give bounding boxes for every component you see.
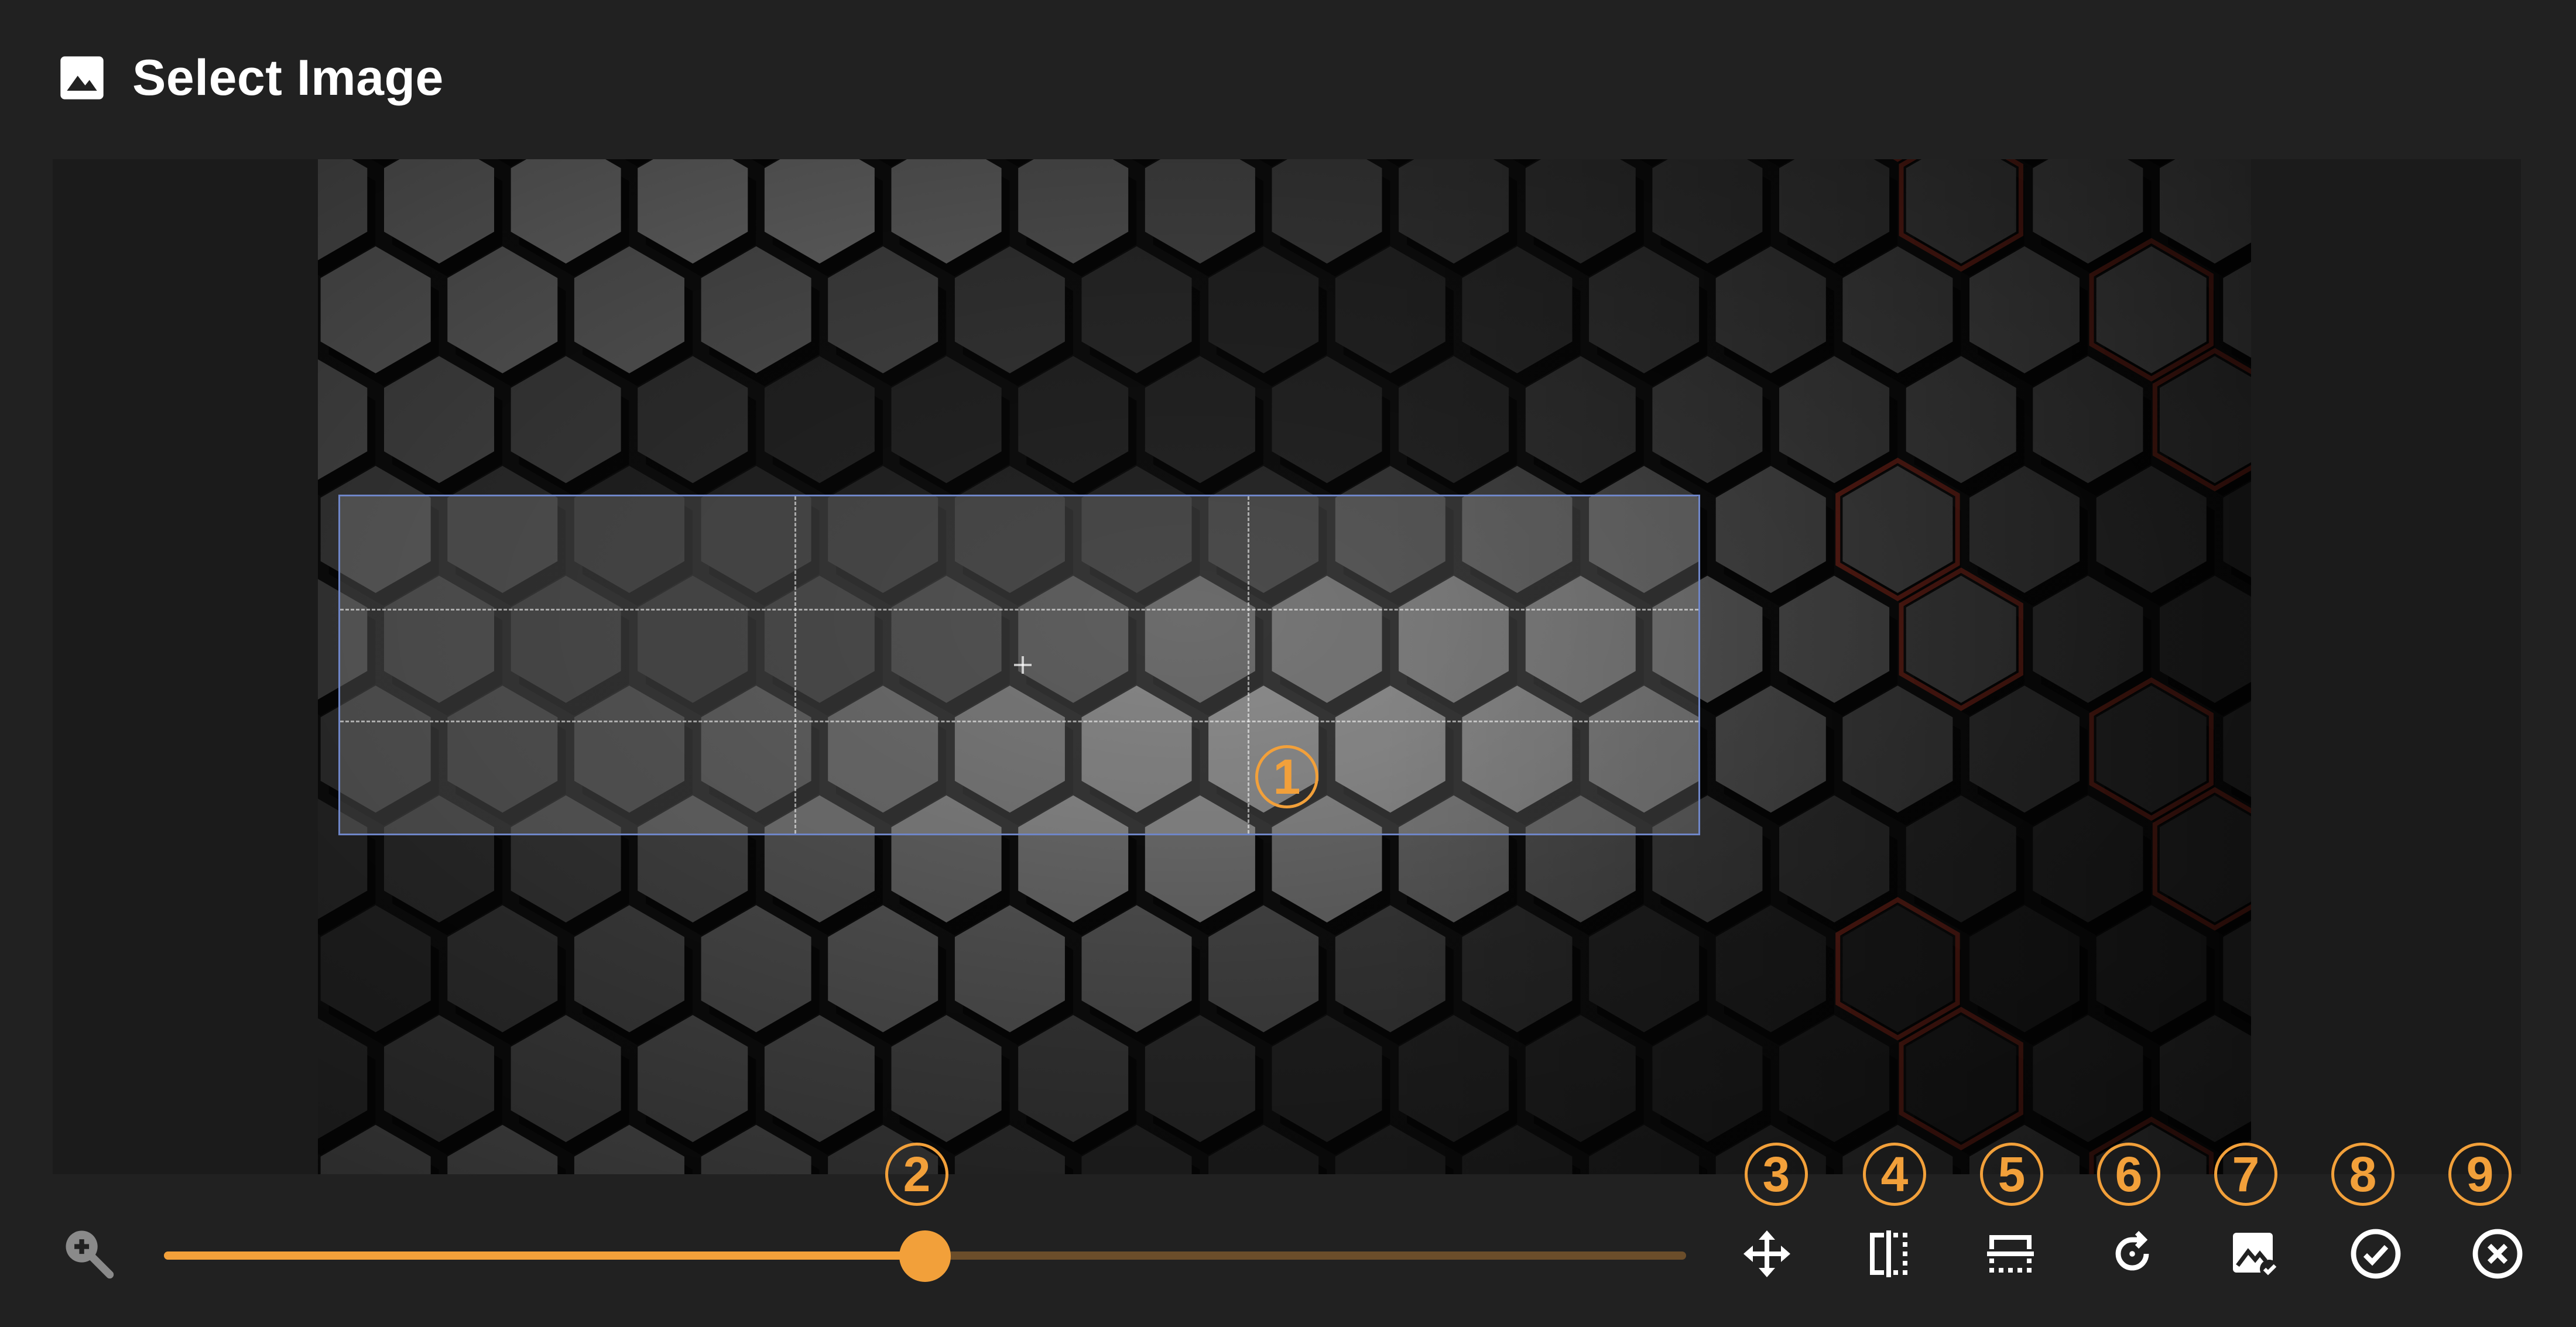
marker-5: 5 (1980, 1143, 2043, 1206)
image-check-icon (2233, 1233, 2279, 1278)
marker-1: 1 (1255, 745, 1318, 808)
zoom-slider[interactable] (164, 1230, 1686, 1282)
crop-canvas[interactable] (53, 159, 2521, 1174)
confirm-button[interactable] (2345, 1223, 2406, 1284)
marker-3: 3 (1745, 1143, 1808, 1206)
marker-4: 4 (1863, 1143, 1926, 1206)
move-icon (1743, 1230, 1790, 1277)
dialog-title: Select Image (132, 49, 444, 106)
image-check-button[interactable] (2224, 1223, 2284, 1284)
move-button[interactable] (1736, 1223, 1797, 1284)
rotate-icon (2115, 1230, 2149, 1271)
grid-line (340, 721, 1698, 722)
marker-9: 9 (2448, 1143, 2512, 1206)
rotate-button[interactable] (2102, 1223, 2163, 1284)
slider-thumb[interactable] (899, 1230, 951, 1282)
zoom-in-icon (66, 1230, 114, 1279)
cancel-button[interactable] (2467, 1223, 2528, 1284)
flip-horizontal-icon (1870, 1230, 1907, 1277)
crop-selection[interactable] (338, 495, 1700, 835)
confirm-icon (2351, 1229, 2401, 1279)
grid-line (1248, 496, 1249, 834)
marker-7: 7 (2214, 1143, 2277, 1206)
flip-vertical-button[interactable] (1980, 1223, 2041, 1284)
flip-horizontal-button[interactable] (1858, 1223, 1919, 1284)
slider-fill (164, 1251, 925, 1260)
crop-center-crosshair (1014, 656, 1032, 674)
marker-8: 8 (2331, 1143, 2395, 1206)
cancel-icon (2472, 1229, 2523, 1279)
dialog-header: Select Image (56, 46, 444, 110)
grid-line (340, 609, 1698, 611)
grid-line (794, 496, 796, 834)
image-icon (60, 56, 104, 100)
marker-6: 6 (2097, 1143, 2160, 1206)
flip-vertical-icon (1987, 1235, 2034, 1273)
marker-2: 2 (885, 1143, 948, 1206)
